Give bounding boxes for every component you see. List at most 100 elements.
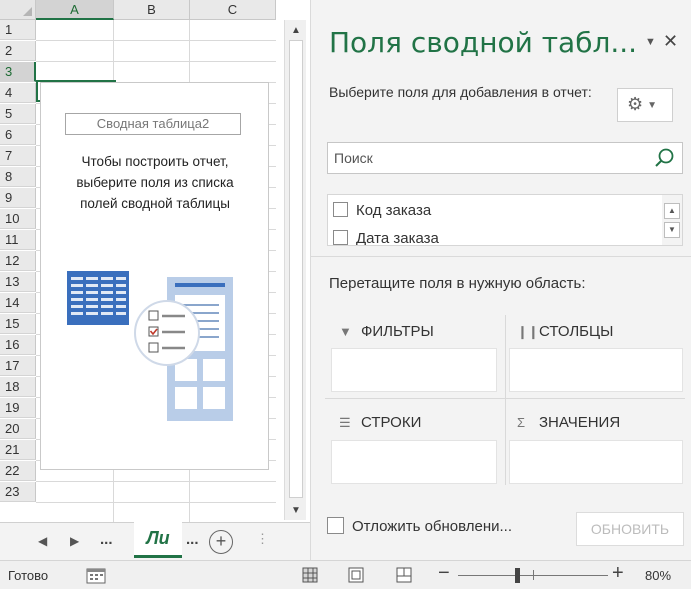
field-checkbox[interactable] <box>333 230 348 245</box>
zoom-level[interactable]: 80% <box>645 568 671 583</box>
row-header-15[interactable]: 15 <box>0 314 36 334</box>
field-search-box[interactable] <box>327 142 683 174</box>
normal-view-icon[interactable] <box>302 567 318 583</box>
status-bar: Готово − + 80% <box>0 560 691 589</box>
rows-area-text: СТРОКИ <box>361 414 422 431</box>
row-header-16[interactable]: 16 <box>0 335 36 355</box>
columns-area-label: ❙❙СТОЛБЦЫ <box>517 323 613 340</box>
update-button[interactable]: ОБНОВИТЬ <box>576 512 684 546</box>
values-area-label: Σ ЗНАЧЕНИЯ <box>517 414 620 431</box>
zoom-in-button[interactable]: + <box>612 562 624 585</box>
pivot-table-placeholder[interactable]: Сводная таблица2 Чтобы построить отчет, … <box>40 82 269 470</box>
worksheet: A B C 1 2 3 4 5 6 7 8 9 10 11 12 13 14 15 16 17 18 19 20 21 2… <box>0 0 310 522</box>
select-all-corner[interactable] <box>0 0 36 20</box>
pivot-fields-pane: Поля сводной табл... ▼ ✕ Выберите поля д… <box>310 0 691 560</box>
zoom-out-button[interactable]: − <box>438 562 450 585</box>
row-header-12[interactable]: 12 <box>0 251 36 271</box>
sigma-icon: Σ <box>517 415 526 430</box>
scroll-down-arrow-icon[interactable]: ▼ <box>285 502 307 520</box>
row-header-10[interactable]: 10 <box>0 209 36 229</box>
pivot-hint-line: выберите поля из списка <box>76 175 234 190</box>
row-header-23[interactable]: 23 <box>0 482 36 502</box>
page-break-view-icon[interactable] <box>396 567 412 583</box>
pivot-hint-line: Чтобы построить отчет, <box>81 154 229 169</box>
row-header-4[interactable]: 4 <box>0 83 36 103</box>
filter-icon: ▼ <box>339 324 352 339</box>
columns-icon: ❙❙ <box>517 324 539 339</box>
field-checkbox[interactable] <box>333 202 348 218</box>
choose-fields-label: Выберите поля для добавления в отчет: <box>329 84 592 100</box>
field-list-scrollbar[interactable]: ▲ ▼ <box>662 195 682 245</box>
row-header-20[interactable]: 20 <box>0 419 36 439</box>
row-header-7[interactable]: 7 <box>0 146 36 166</box>
filters-area-text: ФИЛЬТРЫ <box>361 323 434 340</box>
row-header-2[interactable]: 2 <box>0 41 36 61</box>
values-drop-zone[interactable] <box>509 440 683 484</box>
tab-more-left[interactable]: ... <box>100 531 113 548</box>
row-header-13[interactable]: 13 <box>0 272 36 292</box>
scroll-up-arrow-icon[interactable]: ▲ <box>285 22 307 40</box>
pivot-table-illustration <box>67 271 233 421</box>
search-input[interactable] <box>334 147 644 169</box>
tab-more-right[interactable]: ... <box>186 531 199 548</box>
sheet-tab-active[interactable]: Ли <box>134 522 182 558</box>
row-header-8[interactable]: 8 <box>0 167 36 187</box>
field-label: Код заказа <box>356 202 432 219</box>
filters-drop-zone[interactable] <box>331 348 497 392</box>
columns-area-text: СТОЛБЦЫ <box>539 323 614 340</box>
defer-update-checkbox[interactable] <box>327 517 344 535</box>
close-icon[interactable]: ✕ <box>663 31 678 52</box>
status-text: Готово <box>8 568 49 583</box>
zoom-slider-midpoint <box>533 570 534 580</box>
area-divider <box>505 315 506 485</box>
row-header-9[interactable]: 9 <box>0 188 36 208</box>
pane-options-chevron-down-icon[interactable]: ▼ <box>645 36 656 48</box>
row-header-19[interactable]: 19 <box>0 398 36 418</box>
columns-drop-zone[interactable] <box>509 348 683 392</box>
row-header-1[interactable]: 1 <box>0 20 36 40</box>
column-header-c[interactable]: C <box>190 0 276 20</box>
page-layout-view-icon[interactable] <box>348 567 364 583</box>
field-list[interactable]: Код заказа Дата заказа ▲ ▼ <box>327 194 683 246</box>
scroll-up-arrow-icon[interactable]: ▲ <box>664 203 680 219</box>
zoom-slider-thumb[interactable] <box>515 568 520 583</box>
pivot-hint-line: полей сводной таблицы <box>80 196 230 211</box>
add-sheet-icon[interactable]: + <box>209 530 233 554</box>
row-header-18[interactable]: 18 <box>0 377 36 397</box>
scroll-down-arrow-icon[interactable]: ▼ <box>664 222 680 238</box>
filters-area-label: ▼ ФИЛЬТРЫ <box>339 323 434 340</box>
field-item[interactable]: Дата заказа <box>333 228 439 246</box>
row-header-21[interactable]: 21 <box>0 440 36 460</box>
row-header-17[interactable]: 17 <box>0 356 36 376</box>
row-header-6[interactable]: 6 <box>0 125 36 145</box>
field-item[interactable]: Код заказа <box>333 200 431 222</box>
vertical-scrollbar[interactable]: ▲ ▼ <box>284 20 306 520</box>
rows-drop-zone[interactable] <box>331 440 497 484</box>
scroll-thumb[interactable] <box>289 40 303 498</box>
row-header-11[interactable]: 11 <box>0 230 36 250</box>
gear-icon: ⚙ <box>627 94 644 114</box>
section-divider <box>311 256 691 257</box>
field-label: Дата заказа <box>356 230 439 246</box>
sheet-tab-bar: ◀ ▶ ... Ли ... + ⋮ <box>0 522 310 560</box>
pane-settings-button[interactable]: ⚙ ▼ <box>617 88 673 122</box>
area-divider <box>325 398 685 399</box>
tab-scroll-right-icon[interactable]: ▶ <box>70 534 79 548</box>
rows-area-label: ☰ СТРОКИ <box>339 414 421 431</box>
macro-record-icon[interactable] <box>86 566 106 584</box>
defer-update-option[interactable]: Отложить обновлени... <box>327 517 513 535</box>
row-header-14[interactable]: 14 <box>0 293 36 313</box>
tab-split-handle[interactable]: ⋮ <box>256 531 269 547</box>
pivot-table-hint: Чтобы построить отчет, выберите поля из … <box>49 151 261 214</box>
defer-update-label: Отложить обновлени... <box>352 518 513 535</box>
drag-fields-label: Перетащите поля в нужную область: <box>329 275 586 292</box>
tab-scroll-left-icon[interactable]: ◀ <box>38 534 47 548</box>
row-header-5[interactable]: 5 <box>0 104 36 124</box>
pane-title: Поля сводной табл... <box>329 26 638 59</box>
row-header-3[interactable]: 3 <box>0 62 36 82</box>
search-icon[interactable] <box>653 146 677 170</box>
pivot-table-name: Сводная таблица2 <box>65 113 241 135</box>
column-header-b[interactable]: B <box>114 0 190 20</box>
column-header-a[interactable]: A <box>36 0 114 20</box>
row-header-22[interactable]: 22 <box>0 461 36 481</box>
